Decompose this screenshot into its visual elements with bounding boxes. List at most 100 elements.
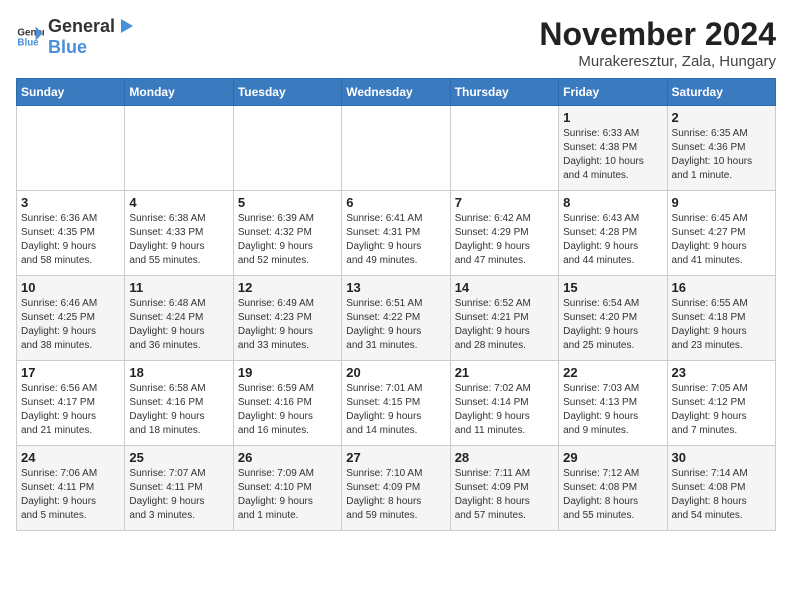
table-row: 3 Sunrise: 6:36 AM Sunset: 4:35 PM Daylig… [17,191,125,276]
day-info: Sunrise: 6:35 AM Sunset: 4:36 PM Dayligh… [672,127,771,183]
day-number: 8 [563,195,662,210]
day-number: 22 [563,365,662,380]
day-number: 20 [346,365,445,380]
table-row: 6 Sunrise: 6:41 AM Sunset: 4:31 PM Daylig… [342,191,450,276]
table-row: 13 Sunrise: 6:51 AM Sunset: 4:22 PM Dayli… [342,276,450,361]
table-row: 5 Sunrise: 6:39 AM Sunset: 4:32 PM Daylig… [233,191,341,276]
header-tuesday: Tuesday [233,79,341,106]
logo-arrow-icon [117,17,135,35]
day-info: Sunrise: 6:59 AM Sunset: 4:16 PM Dayligh… [238,382,337,438]
logo-general: General [48,16,115,37]
day-number: 11 [129,280,228,295]
header: General Blue General Blue November 2024 … [16,16,776,70]
day-number: 23 [672,365,771,380]
day-info: Sunrise: 6:48 AM Sunset: 4:24 PM Dayligh… [129,297,228,353]
table-row: 24Sunrise: 7:06 AM Sunset: 4:11 PM Dayli… [17,446,125,531]
day-number: 6 [346,195,445,210]
header-wednesday: Wednesday [342,79,450,106]
day-number: 1 [563,110,662,125]
table-row: 20 Sunrise: 7:01 AM Sunset: 4:15 PM Dayli… [342,361,450,446]
table-row: 9 Sunrise: 6:45 AM Sunset: 4:27 PM Daylig… [667,191,775,276]
table-row: 21 Sunrise: 7:02 AM Sunset: 4:14 PM Dayli… [450,361,558,446]
day-info: Sunrise: 6:49 AM Sunset: 4:23 PM Dayligh… [238,297,337,353]
day-number: 2 [672,110,771,125]
day-number: 9 [672,195,771,210]
header-saturday: Saturday [667,79,775,106]
table-row [125,106,233,191]
table-row: 17Sunrise: 6:56 AM Sunset: 4:17 PM Dayli… [17,361,125,446]
table-row [233,106,341,191]
table-row: 7Sunrise: 6:42 AM Sunset: 4:29 PM Daylig… [450,191,558,276]
day-info: Sunrise: 6:51 AM Sunset: 4:22 PM Dayligh… [346,297,445,353]
day-info: Sunrise: 6:42 AM Sunset: 4:29 PM Dayligh… [455,212,554,268]
day-info: Sunrise: 6:45 AM Sunset: 4:27 PM Dayligh… [672,212,771,268]
day-info: Sunrise: 7:02 AM Sunset: 4:14 PM Dayligh… [455,382,554,438]
logo-blue: Blue [48,37,87,57]
svg-text:Blue: Blue [17,37,39,48]
calendar-table: Sunday Monday Tuesday Wednesday Thursday… [16,78,776,531]
header-thursday: Thursday [450,79,558,106]
day-number: 26 [238,450,337,465]
day-number: 25 [129,450,228,465]
day-info: Sunrise: 7:01 AM Sunset: 4:15 PM Dayligh… [346,382,445,438]
day-number: 10 [21,280,120,295]
logo-icon: General Blue [16,23,44,51]
day-info: Sunrise: 7:14 AM Sunset: 4:08 PM Dayligh… [672,467,771,523]
header-friday: Friday [559,79,667,106]
day-info: Sunrise: 6:58 AM Sunset: 4:16 PM Dayligh… [129,382,228,438]
main-title: November 2024 [539,16,776,53]
day-info: Sunrise: 6:43 AM Sunset: 4:28 PM Dayligh… [563,212,662,268]
day-info: Sunrise: 6:54 AM Sunset: 4:20 PM Dayligh… [563,297,662,353]
day-info: Sunrise: 6:33 AM Sunset: 4:38 PM Dayligh… [563,127,662,183]
table-row: 26 Sunrise: 7:09 AM Sunset: 4:10 PM Dayli… [233,446,341,531]
day-number: 28 [455,450,554,465]
table-row: 15 Sunrise: 6:54 AM Sunset: 4:20 PM Dayli… [559,276,667,361]
day-info: Sunrise: 7:05 AM Sunset: 4:12 PM Dayligh… [672,382,771,438]
day-number: 12 [238,280,337,295]
table-row: 18 Sunrise: 6:58 AM Sunset: 4:16 PM Dayli… [125,361,233,446]
day-info: Sunrise: 7:07 AM Sunset: 4:11 PM Dayligh… [129,467,228,523]
day-number: 15 [563,280,662,295]
title-section: November 2024 Murakeresztur, Zala, Hunga… [539,16,776,70]
day-number: 19 [238,365,337,380]
day-info: Sunrise: 7:06 AM Sunset: 4:11 PM Dayligh… [21,467,120,523]
table-row: 22 Sunrise: 7:03 AM Sunset: 4:13 PM Dayli… [559,361,667,446]
table-row: 12 Sunrise: 6:49 AM Sunset: 4:23 PM Dayli… [233,276,341,361]
day-number: 13 [346,280,445,295]
table-row: 4 Sunrise: 6:38 AM Sunset: 4:33 PM Daylig… [125,191,233,276]
day-number: 18 [129,365,228,380]
day-info: Sunrise: 7:09 AM Sunset: 4:10 PM Dayligh… [238,467,337,523]
day-number: 16 [672,280,771,295]
table-row: 1 Sunrise: 6:33 AM Sunset: 4:38 PM Daylig… [559,106,667,191]
logo: General Blue General Blue [16,16,135,58]
header-sunday: Sunday [17,79,125,106]
table-row: 2 Sunrise: 6:35 AM Sunset: 4:36 PM Daylig… [667,106,775,191]
table-row: 10 Sunrise: 6:46 AM Sunset: 4:25 PM Dayli… [17,276,125,361]
day-info: Sunrise: 6:56 AM Sunset: 4:17 PM Dayligh… [21,382,120,438]
table-row: 8 Sunrise: 6:43 AM Sunset: 4:28 PM Daylig… [559,191,667,276]
calendar-header: Sunday Monday Tuesday Wednesday Thursday… [17,79,776,106]
calendar-body: 1 Sunrise: 6:33 AM Sunset: 4:38 PM Daylig… [17,106,776,531]
day-number: 29 [563,450,662,465]
table-row: 27Sunrise: 7:10 AM Sunset: 4:09 PM Dayli… [342,446,450,531]
day-info: Sunrise: 6:41 AM Sunset: 4:31 PM Dayligh… [346,212,445,268]
day-info: Sunrise: 7:03 AM Sunset: 4:13 PM Dayligh… [563,382,662,438]
day-info: Sunrise: 6:55 AM Sunset: 4:18 PM Dayligh… [672,297,771,353]
table-row: 11 Sunrise: 6:48 AM Sunset: 4:24 PM Dayli… [125,276,233,361]
day-number: 4 [129,195,228,210]
day-number: 5 [238,195,337,210]
day-info: Sunrise: 6:46 AM Sunset: 4:25 PM Dayligh… [21,297,120,353]
day-info: Sunrise: 6:38 AM Sunset: 4:33 PM Dayligh… [129,212,228,268]
table-row: 30Sunrise: 7:14 AM Sunset: 4:08 PM Dayli… [667,446,775,531]
subtitle: Murakeresztur, Zala, Hungary [539,53,776,70]
table-row: 29Sunrise: 7:12 AM Sunset: 4:08 PM Dayli… [559,446,667,531]
day-number: 21 [455,365,554,380]
day-info: Sunrise: 6:52 AM Sunset: 4:21 PM Dayligh… [455,297,554,353]
day-info: Sunrise: 6:36 AM Sunset: 4:35 PM Dayligh… [21,212,120,268]
table-row: 23 Sunrise: 7:05 AM Sunset: 4:12 PM Dayli… [667,361,775,446]
table-row: 25 Sunrise: 7:07 AM Sunset: 4:11 PM Dayli… [125,446,233,531]
day-number: 14 [455,280,554,295]
day-number: 3 [21,195,120,210]
day-info: Sunrise: 6:39 AM Sunset: 4:32 PM Dayligh… [238,212,337,268]
table-row [450,106,558,191]
